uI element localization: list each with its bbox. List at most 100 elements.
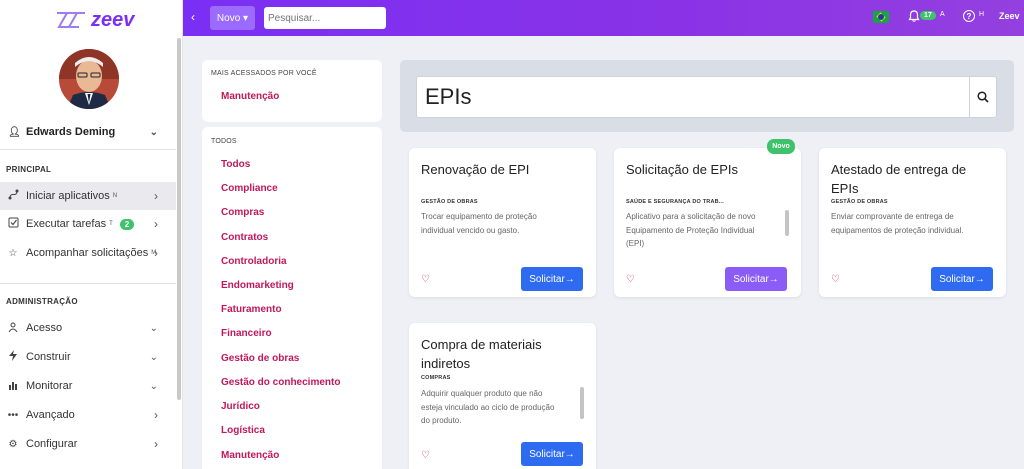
category-link[interactable]: Todos: [221, 159, 250, 170]
sidebar-item-acesso[interactable]: Acesso ⌄: [0, 314, 176, 342]
sidebar-item-label: Acompanhar solicitações: [26, 247, 149, 259]
category-link[interactable]: Endomarketing: [221, 280, 294, 291]
topbar: ‹ Novo ▾ 17 A ? H Zeev: [183, 0, 1024, 36]
all-categories-title: TODOS: [211, 138, 237, 145]
sidebar-item-configurar[interactable]: ⚙︎ Configurar ›: [0, 430, 176, 458]
chevron-down-icon: ⌄: [149, 126, 158, 138]
new-badge: Novo: [767, 139, 795, 154]
tasks-count-badge: 2: [119, 218, 135, 230]
bolt-icon: [7, 350, 19, 364]
sidebar-item-iniciar-aplicativos[interactable]: Iniciar aplicativos N ›: [0, 182, 176, 210]
search-button[interactable]: [970, 76, 997, 118]
category-link[interactable]: Gestão de obras: [221, 353, 299, 364]
sidebar-item-label: Acesso: [26, 322, 63, 334]
solicitar-button[interactable]: Solicitar→: [521, 267, 583, 291]
collapse-sidebar-icon[interactable]: ‹: [191, 10, 195, 24]
divider: [0, 149, 176, 150]
most-accessed-panel: MAIS ACESSADOS POR VOCÊ Manutenção: [202, 60, 382, 122]
solicitar-button[interactable]: Solicitar→: [725, 267, 787, 291]
solicitar-button[interactable]: Solicitar→: [931, 267, 993, 291]
app-card[interactable]: Renovação de EPI GESTÃO DE OBRAS Trocar …: [409, 148, 596, 297]
description-scrollbar[interactable]: [580, 387, 584, 419]
category-link[interactable]: Compras: [221, 207, 264, 218]
card-category: GESTÃO DE OBRAS: [831, 199, 888, 205]
category-link[interactable]: Compliance: [221, 183, 278, 194]
app-card[interactable]: Compra de materiais indiretos COMPRAS Ad…: [409, 323, 596, 469]
sidebar-item-label: Monitorar: [26, 380, 73, 392]
shortcut-hint: N: [112, 193, 118, 199]
star-icon: ☆: [8, 247, 18, 259]
sidebar-item-construir[interactable]: Construir ⌄: [0, 343, 176, 371]
dots-icon: •••: [7, 409, 19, 421]
zeev-logo[interactable]: zeev: [55, 6, 135, 34]
user-menu[interactable]: 👤︎ Edwards Deming ⌄: [0, 118, 176, 146]
category-link[interactable]: Gestão do conhecimento: [221, 377, 340, 388]
card-description-line: Trocar equipamento de proteção: [421, 212, 537, 221]
user-name: Edwards Deming: [26, 126, 116, 138]
category-link[interactable]: Manutenção: [221, 91, 279, 102]
card-description-line: (EPI): [626, 239, 645, 248]
sidebar-item-label: Executar tarefas: [26, 218, 107, 230]
app-search-input[interactable]: [416, 76, 970, 118]
card-description-line: Adquirir qualquer produto que não: [421, 389, 543, 398]
topbar-brand[interactable]: Zeev: [999, 11, 1020, 21]
card-title: indiretos: [421, 356, 471, 371]
card-description-line: equipamentos de proteção individual.: [831, 226, 964, 235]
favorite-heart-icon[interactable]: ♡: [626, 274, 635, 285]
favorite-heart-icon[interactable]: ♡: [831, 274, 840, 285]
card-category: COMPRAS: [421, 375, 451, 381]
sidebar-item-avancado[interactable]: ••• Avançado ›: [0, 401, 176, 429]
sidebar-item-label: Configurar: [26, 438, 78, 450]
card-description-line: do produto.: [421, 416, 462, 425]
brazil-flag-icon[interactable]: [873, 11, 889, 23]
global-search-input[interactable]: [264, 7, 386, 29]
card-description-line: Aplicativo para a solicitação de novo: [626, 212, 756, 221]
novo-button[interactable]: Novo ▾: [210, 6, 255, 30]
favorite-heart-icon[interactable]: ♡: [421, 274, 430, 285]
category-link[interactable]: Logística: [221, 425, 265, 436]
section-title-principal: PRINCIPAL: [6, 165, 52, 174]
divider: [0, 283, 176, 284]
section-title-administracao: ADMINISTRAÇÃO: [6, 297, 78, 306]
sidebar-item-acompanhar-solicitacoes[interactable]: ☆ Acompanhar solicitações M ›: [0, 239, 176, 267]
app-search-area: [400, 60, 1014, 132]
most-accessed-title: MAIS ACESSADOS POR VOCÊ: [211, 70, 317, 77]
user-icon: 👤︎: [8, 126, 21, 138]
sidebar-item-executar-tarefas[interactable]: Executar tarefas T 2 ›: [0, 210, 176, 238]
chevron-down-icon: ⌄: [149, 380, 158, 392]
category-link[interactable]: Faturamento: [221, 304, 282, 315]
solicitar-button[interactable]: Solicitar→: [521, 442, 583, 466]
chevron-right-icon: ›: [154, 437, 158, 451]
sidebar-item-label: Avançado: [26, 409, 75, 421]
category-link[interactable]: Manutenção: [221, 450, 279, 461]
sidebar-item-label: Iniciar aplicativos: [26, 190, 110, 202]
category-link[interactable]: Contratos: [221, 232, 268, 243]
card-title: Compra de materiais: [421, 337, 542, 352]
card-description-line: Enviar comprovante de entrega de: [831, 212, 954, 221]
notification-count-badge: 17: [920, 11, 936, 20]
category-link[interactable]: Jurídico: [221, 401, 260, 412]
favorite-heart-icon[interactable]: ♡: [421, 450, 430, 461]
bar-chart-icon: [7, 380, 19, 393]
shortcut-hint: H: [979, 11, 985, 18]
bell-icon[interactable]: [908, 10, 920, 25]
shortcut-hint: T: [109, 221, 113, 227]
description-scrollbar[interactable]: [785, 210, 789, 236]
app-card[interactable]: Solicitação de EPIs SAÚDE E SEGURANÇA DO…: [614, 148, 801, 297]
app-card[interactable]: Atestado de entrega de EPIs GESTÃO DE OB…: [819, 148, 1006, 297]
category-link[interactable]: Controladoria: [221, 256, 287, 267]
sidebar-item-monitorar[interactable]: Monitorar ⌄: [0, 372, 176, 400]
sidebar-scrollbar[interactable]: [177, 38, 181, 400]
chevron-right-icon: ›: [154, 189, 158, 203]
shortcut-hint: A: [940, 11, 945, 18]
card-category: SAÚDE E SEGURANÇA DO TRAB...: [626, 199, 724, 205]
avatar[interactable]: [59, 49, 119, 109]
chevron-right-icon: ›: [154, 246, 158, 260]
gear-icon: ⚙︎: [8, 438, 18, 450]
category-link[interactable]: Financeiro: [221, 328, 272, 339]
categories-panel: TODOS Todos Compliance Compras Contratos…: [202, 127, 382, 469]
help-icon[interactable]: ?: [963, 10, 975, 22]
card-category: GESTÃO DE OBRAS: [421, 199, 478, 205]
checkbox-icon: [7, 217, 19, 231]
card-title: Solicitação de EPIs: [626, 162, 739, 177]
